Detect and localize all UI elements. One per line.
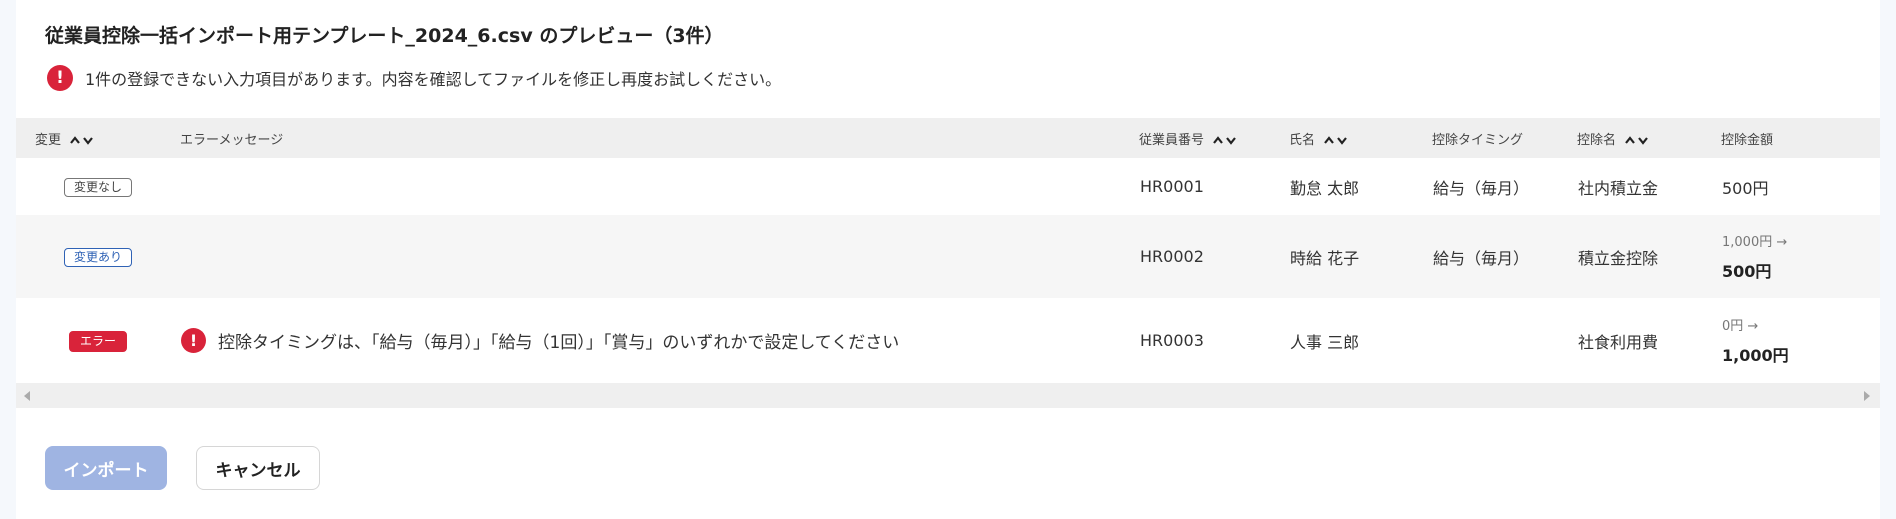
status-cell: エラー [16, 298, 180, 383]
import-button[interactable]: インポート [45, 446, 167, 490]
sort-toggle-icon[interactable] [1624, 133, 1650, 148]
deduction-name-cell: 積立金控除 [1578, 248, 1659, 268]
table-row: エラー ! 控除タイミングは、「給与（毎月）」「給与（1回）」「賞与」のいずれか… [16, 298, 1880, 383]
column-header-employee-number[interactable]: 従業員番号 [1139, 118, 1289, 158]
import-preview-panel: 従業員控除一括インポート用テンプレート_2024_6.csv のプレビュー（3件… [16, 0, 1880, 519]
column-label: 従業員番号 [1139, 132, 1205, 148]
page-title: 従業員控除一括インポート用テンプレート_2024_6.csv のプレビュー（3件… [45, 25, 724, 47]
table-row: 変更なし HR0001 勤怠 太郎 給与（毎月） 社内積立金 500円 [16, 158, 1880, 215]
error-message-cell: ! 控除タイミングは、「給与（毎月）」「給与（1回）」「賞与」のいずれかで設定し… [180, 298, 1139, 383]
cancel-button[interactable]: キャンセル [196, 446, 320, 490]
preview-table-container: 変更 エラーメッセージ 従業員番号 氏名 控除タイミング 控除名 控除金額 変更… [16, 118, 1880, 383]
scroll-left-icon[interactable] [24, 391, 30, 401]
scroll-right-icon[interactable] [1864, 391, 1870, 401]
name-cell: 勤怠 太郎 [1290, 178, 1360, 198]
status-cell: 変更あり [16, 215, 180, 298]
previous-amount: 1,000円 → [1722, 235, 1788, 250]
column-header-deduction-amount: 控除金額 [1721, 132, 1774, 148]
name-cell: 人事 三郎 [1290, 332, 1360, 352]
employee-number-cell: HR0001 [1140, 177, 1204, 196]
status-badge: 変更なし [63, 178, 132, 197]
deduction-name-cell: 社食利用費 [1578, 332, 1659, 352]
column-label: 控除名 [1577, 132, 1617, 148]
error-icon: ! [47, 65, 73, 91]
deduction-amount-cell: 0円 → 1,000円 [1721, 298, 1880, 383]
deduction-amount-cell: 500円 [1722, 178, 1769, 198]
deduction-timing-cell [1432, 298, 1577, 383]
horizontal-scrollbar[interactable] [16, 383, 1880, 408]
error-message-text: 控除タイミングは、「給与（毎月）」「給与（1回）」「賞与」のいずれかで設定してく… [218, 333, 900, 353]
new-amount: 1,000円 [1722, 346, 1789, 365]
row-error: ! 控除タイミングは、「給与（毎月）」「給与（1回）」「賞与」のいずれかで設定し… [181, 328, 1138, 353]
column-header-error-message: エラーメッセージ [180, 132, 284, 148]
column-header-deduction-timing: 控除タイミング [1432, 132, 1524, 148]
deduction-timing-cell: 給与（毎月） [1433, 248, 1530, 268]
previous-amount: 0円 → [1722, 319, 1759, 334]
table-header-row: 変更 エラーメッセージ 従業員番号 氏名 控除タイミング 控除名 控除金額 [16, 118, 1880, 158]
sort-toggle-icon[interactable] [1212, 133, 1238, 148]
deduction-name-cell: 社内積立金 [1578, 178, 1659, 198]
status-cell: 変更なし [16, 158, 180, 215]
status-badge: エラー [68, 330, 127, 352]
alert-text: 1件の登録できない入力項目があります。内容を確認してファイルを修正し再度お試しく… [85, 70, 782, 89]
name-cell: 時給 花子 [1290, 248, 1360, 268]
sort-toggle-icon[interactable] [69, 133, 95, 148]
column-header-name[interactable]: 氏名 [1289, 118, 1432, 158]
preview-table: 変更 エラーメッセージ 従業員番号 氏名 控除タイミング 控除名 控除金額 変更… [16, 118, 1880, 383]
error-message-cell [180, 158, 1139, 215]
employee-number-cell: HR0003 [1140, 331, 1204, 350]
sort-toggle-icon[interactable] [1323, 133, 1349, 148]
new-amount: 500円 [1722, 262, 1772, 281]
table-row: 変更あり HR0002 時給 花子 給与（毎月） 積立金控除 1,000円 → … [16, 215, 1880, 298]
column-label: 変更 [35, 132, 62, 148]
error-message-cell [180, 215, 1139, 298]
error-alert: ! 1件の登録できない入力項目があります。内容を確認してファイルを修正し再度お試… [47, 65, 781, 91]
status-badge: 変更あり [63, 248, 132, 267]
deduction-amount-cell: 1,000円 → 500円 [1721, 215, 1880, 298]
deduction-timing-cell: 給与（毎月） [1433, 178, 1530, 198]
employee-number-cell: HR0002 [1140, 247, 1204, 266]
column-label: 氏名 [1289, 132, 1316, 148]
error-icon: ! [181, 328, 206, 353]
column-header-deduction-name[interactable]: 控除名 [1577, 118, 1721, 158]
column-header-change[interactable]: 変更 [16, 118, 180, 158]
